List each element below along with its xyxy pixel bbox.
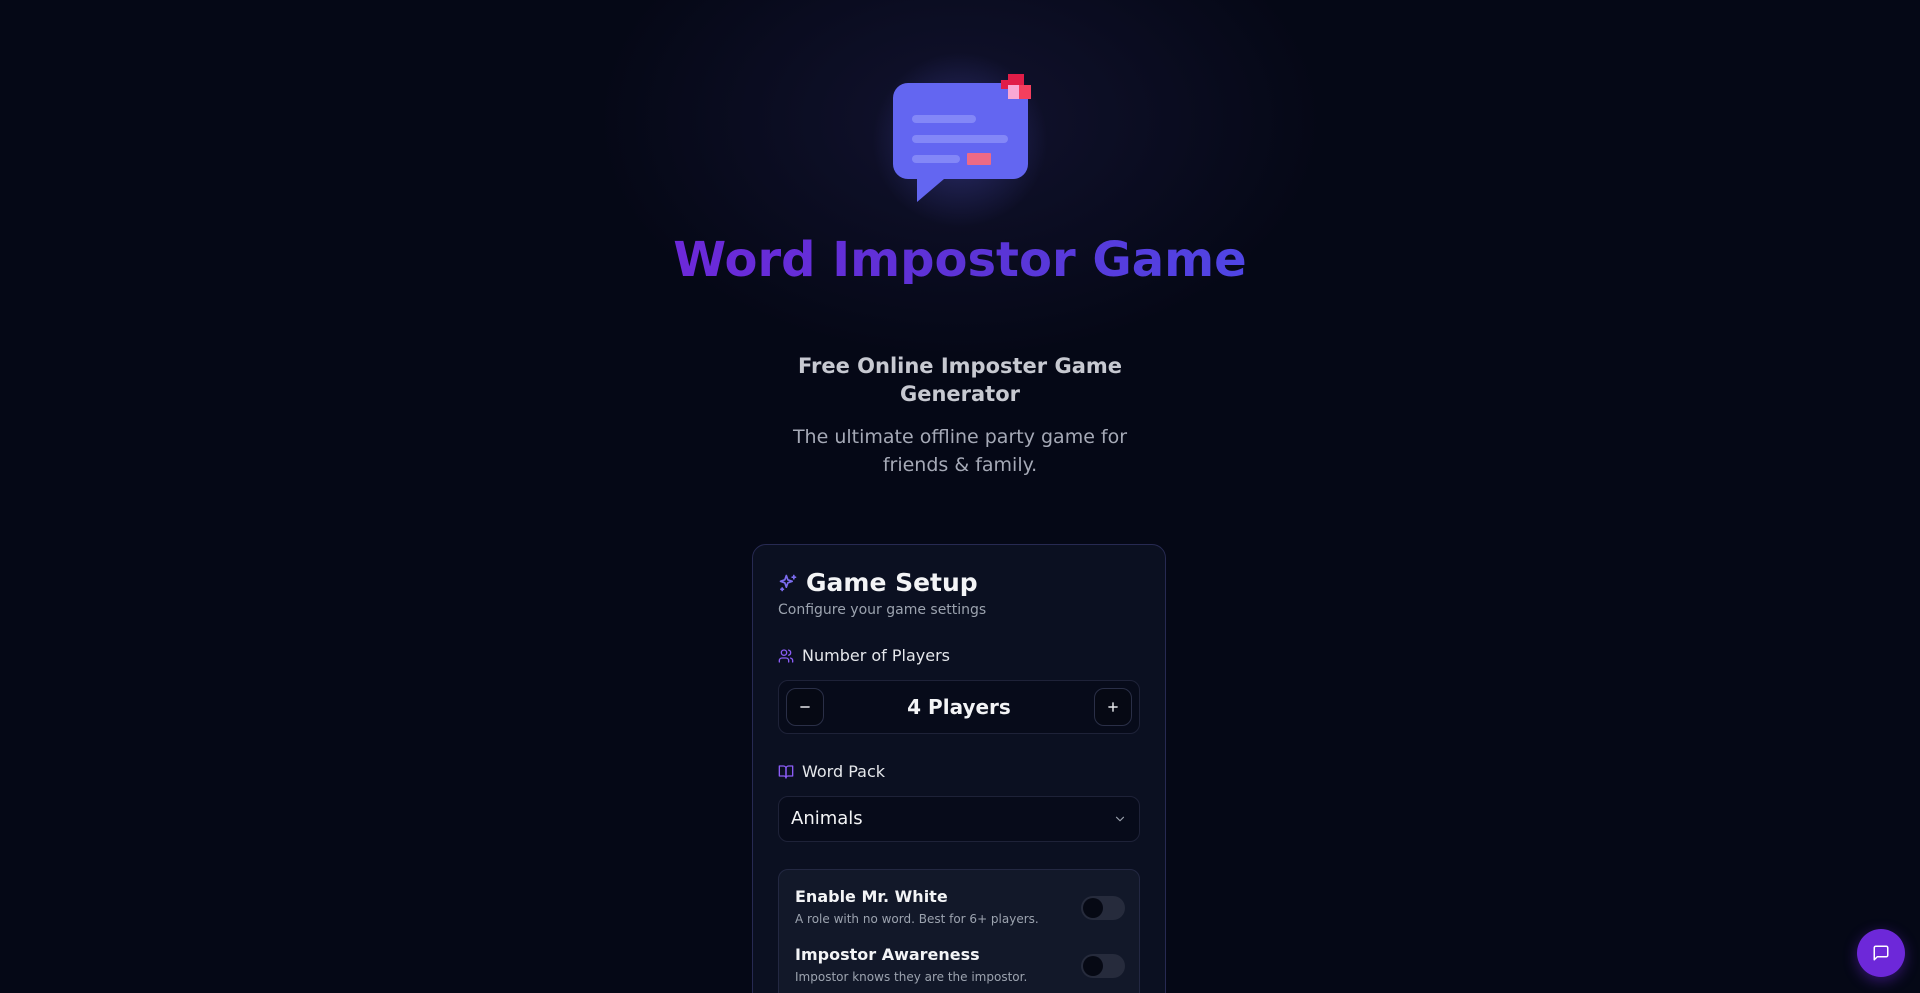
chat-button[interactable] [1857,929,1905,977]
mr-white-description: A role with no word. Best for 6+ players… [795,912,1039,926]
users-icon [778,649,794,663]
game-setup-description: Configure your game settings [778,602,987,618]
message-square-icon [1873,945,1889,961]
chevron-down-icon [1115,816,1125,822]
word-pack-select[interactable]: Animals [778,796,1140,842]
chat-bubble-logo-icon [893,74,1031,202]
book-open-icon [778,765,794,779]
impostor-awareness-option: Impostor Awareness Impostor knows they a… [795,944,1125,986]
impostor-awareness-description: Impostor knows they are the impostor. [795,970,1028,984]
players-count-value: 4 Players [907,695,1011,719]
sparkles-icon [779,574,797,592]
game-setup-title: Game Setup [806,568,978,597]
page-tagline: The ultimate offline party game for frie… [792,426,1128,476]
impostor-awareness-toggle[interactable] [1081,954,1125,978]
toggle-knob [1083,898,1103,918]
page-title: Word Impostor Game [660,236,1260,284]
players-label-row: Number of Players [778,646,950,666]
plus-icon [1108,702,1118,712]
game-setup-card: Game Setup Configure your game settings … [752,544,1166,993]
word-pack-selected-value: Animals [791,808,863,829]
impostor-awareness-title: Impostor Awareness [795,945,980,964]
word-pack-label: Word Pack [802,762,886,781]
page-subtitle: Free Online Imposter Game Generator [798,354,1122,406]
word-pack-label-row: Word Pack [778,762,885,782]
game-options-panel: Enable Mr. White A role with no word. Be… [778,869,1140,993]
toggle-knob [1083,956,1103,976]
players-stepper: 4 Players [778,680,1140,734]
increase-players-button[interactable] [1094,688,1132,726]
players-label: Number of Players [802,646,950,665]
mr-white-title: Enable Mr. White [795,887,948,906]
mr-white-toggle[interactable] [1081,896,1125,920]
game-setup-header: Game Setup [778,567,978,599]
mr-white-option: Enable Mr. White A role with no word. Be… [795,886,1125,928]
app-logo [860,50,1060,230]
